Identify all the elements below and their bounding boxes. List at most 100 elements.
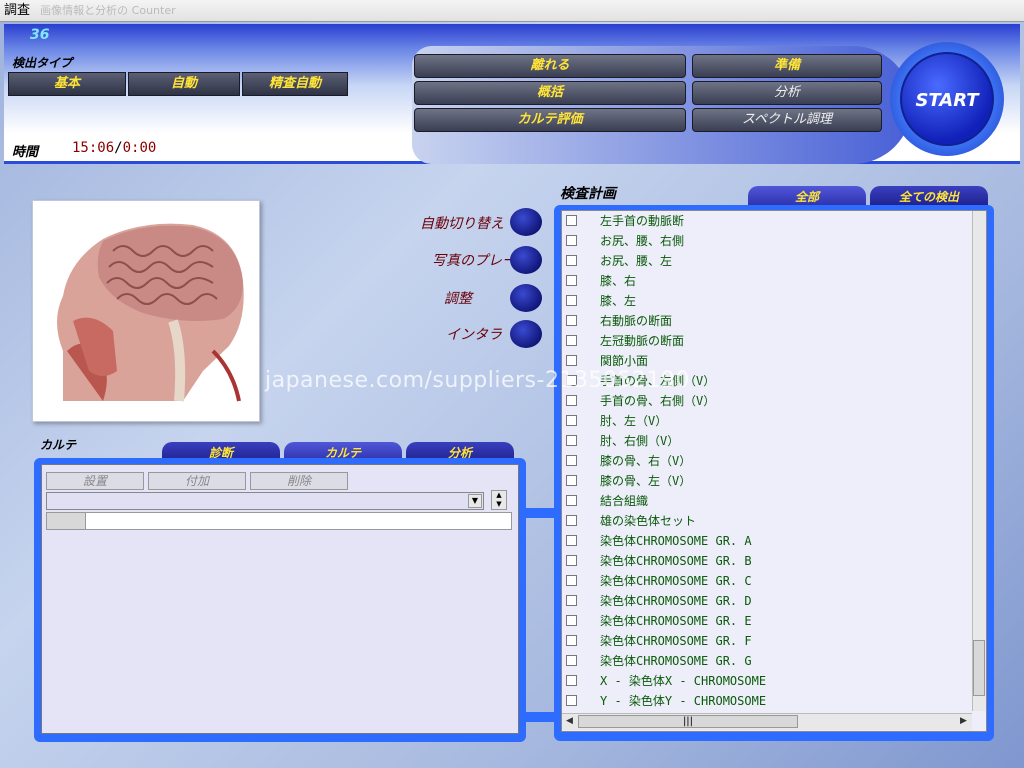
- analysis-button[interactable]: 分析: [692, 81, 882, 105]
- plan-row-checkbox[interactable]: [566, 295, 577, 306]
- mode-auto-button[interactable]: 自動: [128, 72, 240, 96]
- plan-row[interactable]: 雄の染色体セット: [562, 511, 972, 531]
- plan-row[interactable]: 手首の骨、右側（V）: [562, 391, 972, 411]
- plan-row-label: 染色体CHROMOSOME GR. F: [600, 634, 752, 648]
- auto-switch-label: 自動切り替え: [420, 216, 504, 232]
- plan-row-checkbox[interactable]: [566, 555, 577, 566]
- plan-row[interactable]: 膝、右: [562, 271, 972, 291]
- plan-row-label: X - 染色体X - CHROMOSOME: [600, 674, 767, 688]
- plan-row[interactable]: 左手首の動脈断: [562, 211, 972, 231]
- plan-row-label: 染色体CHROMOSOME GR. D: [600, 594, 752, 608]
- plan-row-label: 染色体CHROMOSOME GR. G: [600, 654, 752, 668]
- window-titlebar: 調査 画像情報と分析の Counter: [0, 0, 1024, 22]
- plan-row[interactable]: 肘、右側（V）: [562, 431, 972, 451]
- window-title-ghost: 画像情報と分析の Counter: [40, 4, 176, 17]
- plan-vertical-scrollbar[interactable]: [972, 211, 986, 711]
- adjust-toggle[interactable]: [510, 284, 542, 312]
- plan-horizontal-scroll-thumb[interactable]: |||: [578, 715, 798, 728]
- karte-set-button[interactable]: 設置: [46, 472, 144, 490]
- counter-value: 36: [30, 27, 50, 43]
- plan-row[interactable]: 膝の骨、左（V）: [562, 471, 972, 491]
- plan-row[interactable]: 染色体CHROMOSOME GR. B: [562, 551, 972, 571]
- head-anatomy-image: [32, 200, 260, 422]
- plan-row-label: 染色体CHROMOSOME GR. A: [600, 534, 752, 548]
- window-title: 調査: [4, 3, 31, 18]
- plan-list[interactable]: 左手首の動脈断 お尻、腰、右側 お尻、腰、左 膝、右 膝、左 右動脈の断面 左冠動脈の断面関…: [561, 210, 987, 732]
- prepare-button[interactable]: 準備: [692, 54, 882, 78]
- plan-row-checkbox[interactable]: [566, 255, 577, 266]
- plan-row-checkbox[interactable]: [566, 595, 577, 606]
- plan-row-checkbox[interactable]: [566, 395, 577, 406]
- summary-button[interactable]: 概括: [414, 81, 686, 105]
- plan-row-checkbox[interactable]: [566, 535, 577, 546]
- plan-row-checkbox[interactable]: [566, 215, 577, 226]
- plan-row-checkbox[interactable]: [566, 315, 577, 326]
- plan-row-checkbox[interactable]: [566, 655, 577, 666]
- plan-row-label: 左手首の動脈断: [600, 214, 685, 228]
- mode-precise-auto-button[interactable]: 精査自動: [242, 72, 348, 96]
- plan-row[interactable]: Y - 染色体Y - CHROMOSOME: [562, 691, 972, 711]
- plan-row[interactable]: 結合組織: [562, 491, 972, 511]
- plan-row-label: 結合組織: [600, 494, 649, 508]
- plan-row-label: 肘、左（V）: [600, 414, 668, 428]
- plan-row[interactable]: 染色体CHROMOSOME GR. E: [562, 611, 972, 631]
- scroll-left-icon[interactable]: ◀: [566, 716, 573, 726]
- plan-row-checkbox[interactable]: [566, 235, 577, 246]
- karte-add-button[interactable]: 付加: [148, 472, 246, 490]
- plan-row-label: 雄の染色体セット: [600, 514, 697, 528]
- plan-row[interactable]: X - 染色体X - CHROMOSOME: [562, 671, 972, 691]
- plan-row-checkbox[interactable]: [566, 415, 577, 426]
- plan-row[interactable]: 膝の骨、右（V）: [562, 451, 972, 471]
- plan-row[interactable]: 染色体CHROMOSOME GR. A: [562, 531, 972, 551]
- interact-toggle[interactable]: [510, 320, 542, 348]
- time-label: 時間: [12, 145, 39, 160]
- plan-row-checkbox[interactable]: [566, 475, 577, 486]
- plan-row[interactable]: 右動脈の断面: [562, 311, 972, 331]
- photo-play-toggle[interactable]: [510, 246, 542, 274]
- plan-row-label: 膝の骨、左（V）: [600, 474, 692, 488]
- leave-button[interactable]: 離れる: [414, 54, 686, 78]
- mode-basic-button[interactable]: 基本: [8, 72, 126, 96]
- plan-row-checkbox[interactable]: [566, 435, 577, 446]
- adjust-label: 調整: [444, 291, 472, 307]
- start-button[interactable]: START: [900, 52, 994, 146]
- plan-row-checkbox[interactable]: [566, 575, 577, 586]
- plan-row-checkbox[interactable]: [566, 515, 577, 526]
- plan-row[interactable]: お尻、腰、右側: [562, 231, 972, 251]
- spectrum-button[interactable]: スペクトル調理: [692, 108, 882, 132]
- plan-row-label: お尻、腰、左: [600, 254, 673, 268]
- detection-type-label: 検出タイプ: [12, 56, 73, 70]
- plan-row[interactable]: 染色体CHROMOSOME GR. C: [562, 571, 972, 591]
- chevron-down-icon[interactable]: ▼: [468, 494, 482, 508]
- plan-row[interactable]: 左冠動脈の断面: [562, 331, 972, 351]
- time-elapsed: 15:06: [72, 140, 115, 156]
- plan-row-label: 左冠動脈の断面: [600, 334, 685, 348]
- plan-row-checkbox[interactable]: [566, 455, 577, 466]
- karte-grid-corner-cell[interactable]: [46, 512, 86, 530]
- plan-row-checkbox[interactable]: [566, 495, 577, 506]
- plan-row-checkbox[interactable]: [566, 355, 577, 366]
- plan-vertical-scroll-thumb[interactable]: [973, 640, 985, 696]
- plan-row[interactable]: 染色体CHROMOSOME GR. D: [562, 591, 972, 611]
- plan-row[interactable]: 膝、左: [562, 291, 972, 311]
- plan-row[interactable]: 染色体CHROMOSOME GR. F: [562, 631, 972, 651]
- plan-row[interactable]: 染色体CHROMOSOME GR. G: [562, 651, 972, 671]
- plan-row-checkbox[interactable]: [566, 275, 577, 286]
- plan-row-checkbox[interactable]: [566, 335, 577, 346]
- plan-row-label: 膝、右: [600, 274, 637, 288]
- scroll-right-icon[interactable]: ▶: [960, 716, 967, 726]
- auto-switch-toggle[interactable]: [510, 208, 542, 236]
- karte-spinner[interactable]: ▲ ▼: [491, 490, 507, 510]
- plan-row-checkbox[interactable]: [566, 695, 577, 706]
- plan-row[interactable]: 肘、左（V）: [562, 411, 972, 431]
- time-separator: /: [114, 140, 123, 156]
- header-panel: 36 検出タイプ 基本 自動 精査自動 時間 15:06/0:00 離れる 概括…: [4, 24, 1020, 164]
- karte-delete-button[interactable]: 削除: [250, 472, 348, 490]
- plan-row-checkbox[interactable]: [566, 615, 577, 626]
- plan-row-label: 膝の骨、右（V）: [600, 454, 692, 468]
- plan-row-checkbox[interactable]: [566, 675, 577, 686]
- karte-select[interactable]: [46, 492, 484, 510]
- plan-row-checkbox[interactable]: [566, 635, 577, 646]
- karte-evaluation-button[interactable]: カルテ評価: [414, 108, 686, 132]
- plan-row[interactable]: お尻、腰、左: [562, 251, 972, 271]
